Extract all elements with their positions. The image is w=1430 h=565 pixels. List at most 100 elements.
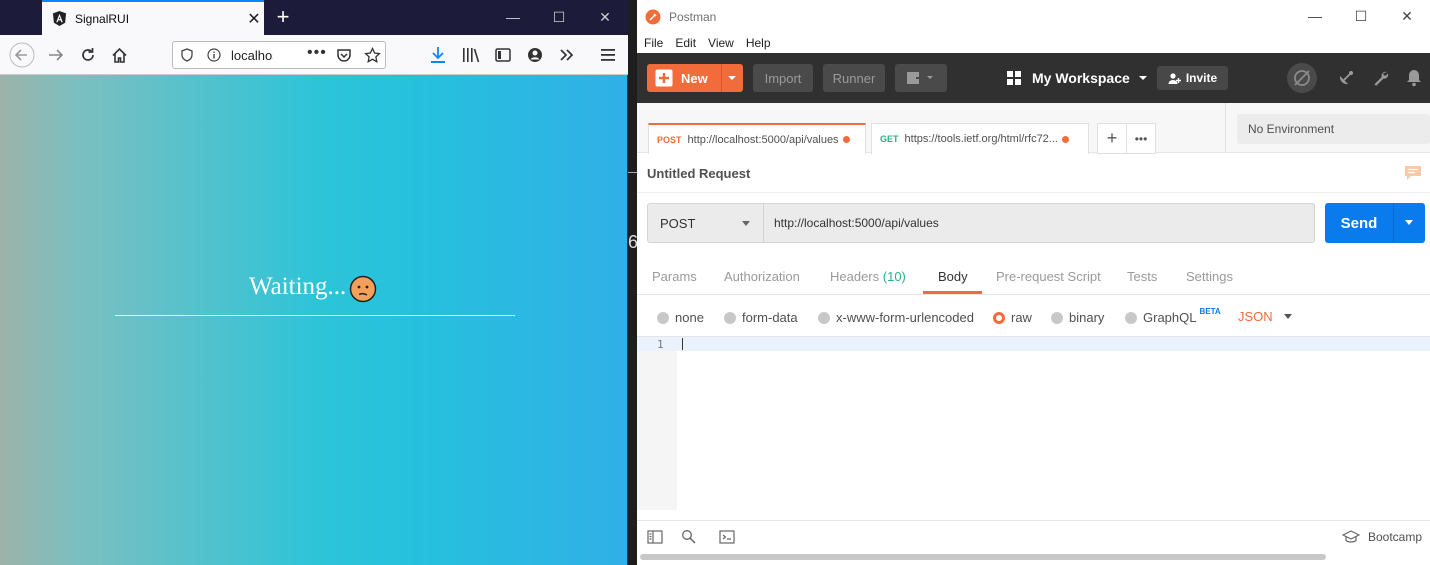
notifications-button[interactable] [1402,66,1426,90]
bootcamp-button[interactable]: Bootcamp [1341,530,1422,544]
headers-count: (10) [882,269,906,284]
body-option-form-data[interactable]: form-data [724,310,798,325]
tab-body[interactable]: Body [938,269,968,284]
overflow-chevron-icon[interactable] [559,48,575,62]
page-actions-icon[interactable]: ••• [307,44,327,62]
postman-window-title: Postman [669,9,717,24]
sidebar-icon[interactable] [495,47,511,63]
radio-none[interactable] [657,311,669,324]
new-tab-button[interactable]: + [270,4,296,30]
tab-url: https://tools.ietf.org/html/rfc72... [904,133,1058,145]
runner-button[interactable]: Runner [823,64,885,92]
body-option-graphql[interactable]: GraphQL BETA [1125,307,1221,325]
request-url-input[interactable]: http://localhost:5000/api/values [764,216,939,230]
import-button[interactable]: Import [753,64,813,92]
new-tab-button[interactable]: + [1097,123,1127,154]
radio-binary[interactable] [1051,311,1063,324]
comment-icon[interactable] [1404,165,1422,181]
bookmark-star-icon[interactable] [364,47,381,64]
menu-view[interactable]: View [708,36,734,50]
tab-method-post: POST [657,134,682,145]
bootcamp-label: Bootcamp [1367,530,1422,544]
body-option-none[interactable]: none [657,310,704,325]
reload-icon [82,48,94,61]
tab-url: http://localhost:5000/api/values [687,133,839,146]
request-name[interactable]: Untitled Request [647,166,750,181]
menu-file[interactable]: File [644,36,663,50]
request-subtabs: Params Authorization Headers (10) Body P… [637,258,1430,295]
postman-close-button[interactable]: ✕ [1384,0,1430,33]
radio-raw[interactable] [993,311,1005,324]
shield-icon[interactable] [181,48,193,62]
graduation-cap-icon [1341,530,1360,543]
hamburger-menu-icon[interactable] [600,48,616,62]
send-options-caret-icon[interactable] [1404,219,1414,227]
raw-format-dropdown[interactable]: JSON [1238,309,1293,324]
workspace-selector[interactable]: My Workspace [1007,64,1148,92]
settings-button[interactable] [1369,66,1393,90]
maximize-button[interactable]: ☐ [536,0,582,35]
desktop-divider [628,172,637,173]
more-tabs-button[interactable]: ••• [1126,123,1156,154]
new-dropdown-caret-icon[interactable] [727,73,737,83]
tab-params[interactable]: Params [652,269,697,284]
reload-button[interactable] [74,41,102,69]
menu-edit[interactable]: Edit [675,36,696,50]
close-tab-icon[interactable]: ✕ [244,9,264,29]
tab-authorization[interactable]: Authorization [724,269,800,284]
method-dropdown[interactable]: POST [648,204,764,242]
body-option-raw[interactable]: raw [993,310,1032,325]
body-type-options: none form-data x-www-form-urlencoded raw… [637,295,1430,337]
tab-prerequest-script[interactable]: Pre-request Script [996,269,1101,284]
active-line [637,337,1430,351]
invite-button[interactable]: Invite [1157,66,1228,90]
url-bar[interactable]: localhost ••• [172,41,386,69]
interceptor-button[interactable] [1334,66,1358,90]
workspace-grid-icon [1007,70,1021,85]
menu-help[interactable]: Help [746,36,771,50]
body-editor[interactable]: 1 [637,337,1430,510]
find-icon[interactable] [681,529,697,545]
text-cursor [682,338,683,350]
radio-urlencoded[interactable] [818,311,830,324]
new-button[interactable]: New [647,64,743,92]
tab-method-get: GET [880,134,899,144]
request-tab-bar: POST http://localhost:5000/api/values GE… [637,103,1430,154]
download-icon[interactable] [430,46,446,64]
library-icon[interactable] [462,47,480,63]
environment-selector[interactable]: No Environment [1237,114,1430,144]
close-window-button[interactable]: ✕ [582,0,628,35]
send-button[interactable]: Send [1325,203,1425,243]
postman-minimize-button[interactable]: — [1292,0,1338,33]
request-name-row: Untitled Request [637,153,1430,193]
raw-format-label: JSON [1238,309,1273,324]
minimize-button[interactable]: — [490,0,536,35]
tab-headers[interactable]: Headers (10) [830,269,906,284]
beta-badge: BETA [1199,307,1221,316]
line-number: 1 [657,338,664,351]
back-button[interactable] [8,41,36,69]
active-tab-indicator [923,291,982,294]
chevron-down-icon [742,221,750,226]
account-icon[interactable] [527,47,543,63]
sidebar-toggle-icon[interactable] [647,529,663,545]
radio-graphql[interactable] [1125,311,1137,324]
radio-form-data[interactable] [724,311,736,324]
back-arrow-icon [9,42,35,68]
body-option-urlencoded[interactable]: x-www-form-urlencoded [818,310,974,325]
info-icon[interactable] [207,48,221,62]
console-icon[interactable] [719,529,735,545]
postman-maximize-button[interactable]: ☐ [1338,0,1384,33]
request-tab-post[interactable]: POST http://localhost:5000/api/values [648,123,866,154]
home-button[interactable] [105,41,133,69]
sync-button[interactable] [1287,63,1317,93]
tab-settings[interactable]: Settings [1186,269,1233,284]
browser-tab[interactable]: SignalRUI ✕ [42,0,264,35]
tab-tests[interactable]: Tests [1127,269,1157,284]
new-window-button[interactable] [895,64,947,92]
body-option-binary[interactable]: binary [1051,310,1104,325]
forward-button[interactable] [42,41,70,69]
request-tab-get[interactable]: GET https://tools.ietf.org/html/rfc72... [871,123,1089,154]
pocket-icon[interactable] [336,48,352,63]
horizontal-scrollbar[interactable] [640,554,1326,560]
